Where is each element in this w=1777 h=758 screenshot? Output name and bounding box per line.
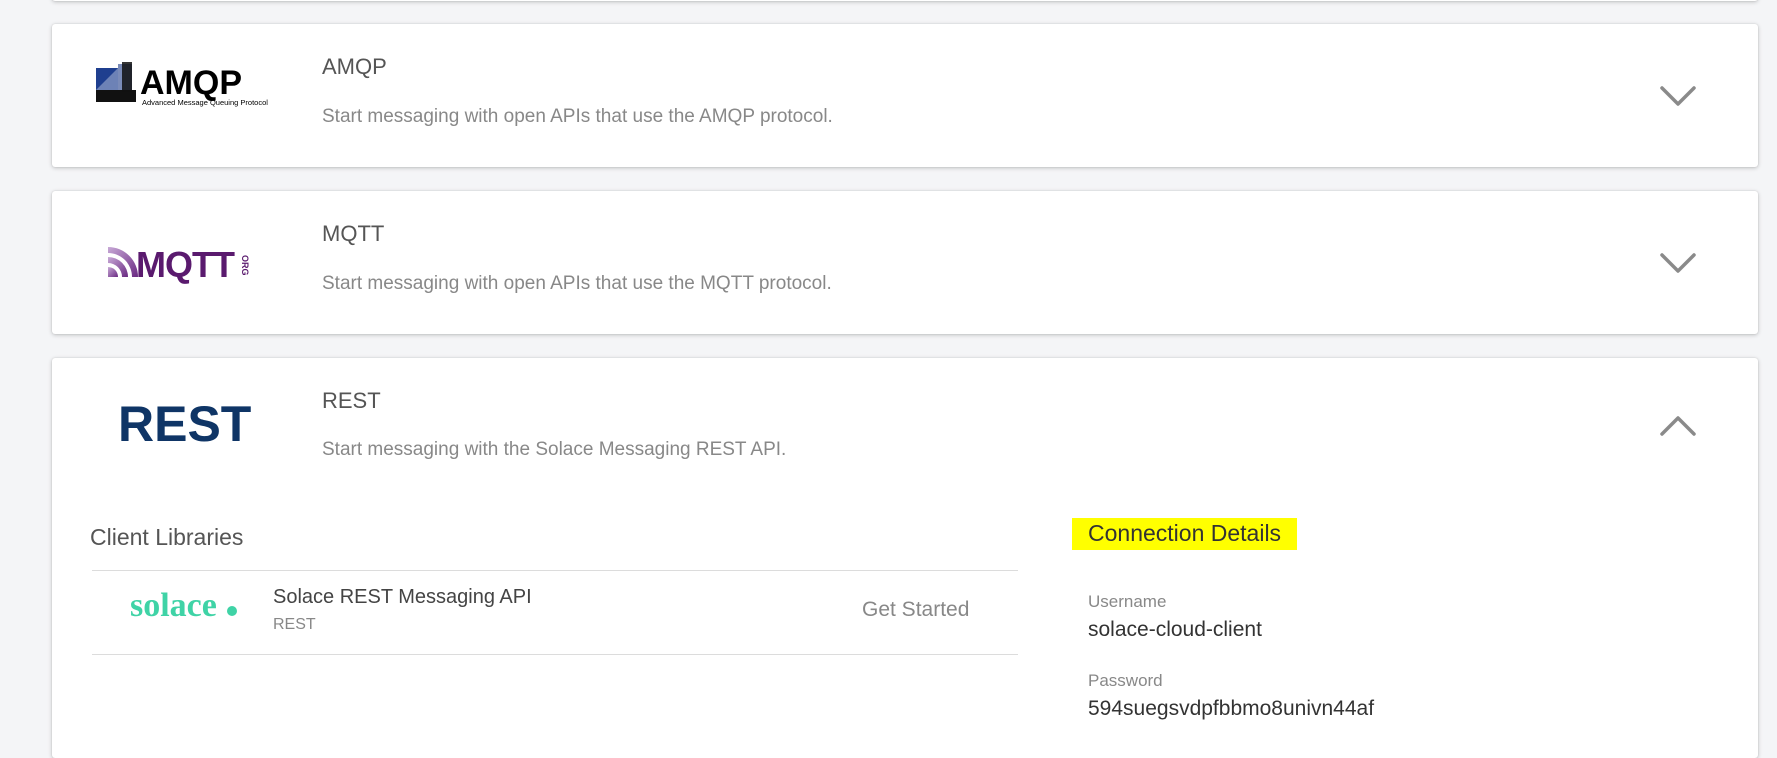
divider [92,654,1018,655]
library-type: REST [273,616,316,633]
connection-details-title-text: Connection Details [1072,518,1298,550]
rest-logo-text: REST [118,396,251,452]
chevron-down-icon[interactable] [1658,251,1698,275]
previous-card-edge [52,0,1758,1]
divider [92,570,1018,571]
amqp-logo-subtext: Advanced Message Queuing Protocol [142,98,268,107]
username-value[interactable]: solace-cloud-client [1088,618,1262,642]
protocol-description: Start messaging with open APIs that use … [322,273,832,294]
protocol-title: AMQP [322,54,387,79]
mqtt-logo-subtext: ORG [240,255,250,276]
mqtt-logo: MQTT ORG [96,241,286,301]
chevron-up-icon[interactable] [1658,414,1698,438]
protocol-title: REST [322,388,381,413]
protocol-title: MQTT [322,221,385,246]
solace-logo-text: solace [130,587,217,624]
protocol-description: Start messaging with open APIs that use … [322,106,833,127]
password-value[interactable]: 594suegsvdpfbbmo8univn44af [1088,697,1374,721]
rest-logo: REST [96,393,286,453]
protocol-card-amqp[interactable]: AMQP Advanced Message Queuing Protocol A… [52,24,1758,167]
amqp-logo: AMQP Advanced Message Queuing Protocol [96,62,286,122]
library-name: Solace REST Messaging API [273,586,532,608]
connection-details-title: Connection Details [1072,518,1298,550]
password-label: Password [1088,671,1163,690]
client-libraries-title: Client Libraries [90,524,244,550]
solace-logo: solace [128,582,248,626]
mqtt-logo-text: MQTT [136,244,235,285]
amqp-logo-text: AMQP [140,64,242,102]
protocol-card-mqtt[interactable]: MQTT ORG MQTT Start messaging with open … [52,191,1758,334]
chevron-down-icon[interactable] [1658,84,1698,108]
protocol-description: Start messaging with the Solace Messagin… [322,439,787,460]
username-label: Username [1088,592,1167,611]
protocol-card-rest[interactable]: REST REST Start messaging with the Solac… [52,358,1758,758]
get-started-button[interactable]: Get Started [862,598,969,622]
